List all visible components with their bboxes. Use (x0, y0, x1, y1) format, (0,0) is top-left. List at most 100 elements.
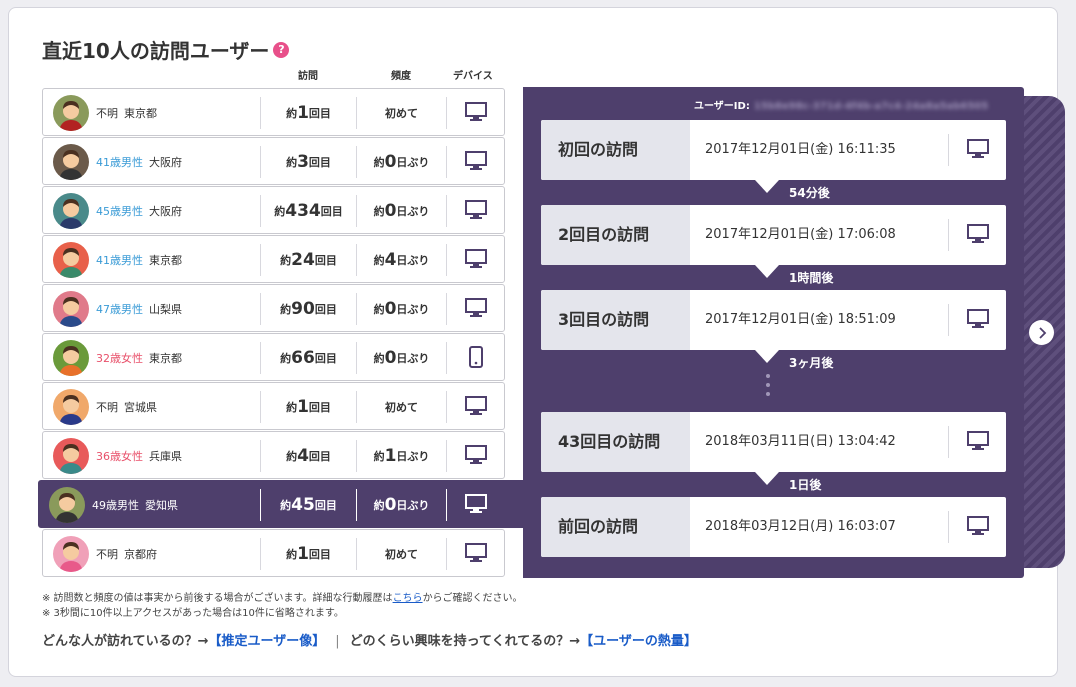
visit-card-label: 2回目の訪問 (541, 205, 690, 265)
visitor-row[interactable]: 32歳女性 東京都約 66 回目約 0 日ぶり (42, 333, 505, 381)
visitor-row[interactable]: 不明 東京都 約 1 回目 初めて (42, 88, 505, 136)
visitor-info: 47歳男性 山梨県 (96, 301, 182, 317)
visit-count-prefix: 約 (286, 450, 298, 463)
visitor-info: 49歳男性 愛知県 (92, 497, 178, 513)
visit-count-suffix: 回目 (308, 156, 331, 169)
next-button[interactable] (1029, 320, 1054, 345)
visitor-row[interactable]: 41歳男性 大阪府約 3 回目約 0 日ぶり (42, 137, 505, 185)
desktop-icon (465, 151, 487, 173)
frequency-prefix: 約 (373, 450, 385, 463)
desktop-icon (966, 308, 989, 332)
link-user-heat[interactable]: 【ユーザーの熱量】 (580, 634, 697, 649)
visit-count-number: 4 (297, 446, 309, 466)
visitor-prefecture: 大阪府 (149, 156, 182, 169)
visit-card-device (948, 219, 1006, 251)
frequency-suffix: 初めて (385, 107, 418, 120)
visit-count-suffix: 回目 (314, 303, 337, 316)
question-2: どのくらい興味を持ってくれてるの？→ (349, 634, 581, 649)
frequency-suffix: 日ぶり (396, 450, 430, 463)
smartphone-icon (468, 345, 484, 371)
note-1: ※ 訪問数と頻度の値は事実から前後する場合がございます。詳細な行動履歴はこちらか… (42, 589, 523, 604)
visit-card[interactable]: 初回の訪問 2017年12月01日(金) 16:11:35 (541, 120, 1006, 180)
detail-link[interactable]: こちら (393, 593, 423, 604)
visitor-prefecture: 京都府 (124, 548, 157, 561)
visitor-row[interactable]: 45歳男性 大阪府約 434 回目約 0 日ぶり (42, 186, 505, 234)
device-cell (446, 293, 505, 325)
col-header-device: デバイス (453, 71, 493, 82)
visit-count-suffix: 回目 (308, 401, 331, 414)
device-cell (446, 195, 505, 227)
visit-count-suffix: 回目 (320, 205, 343, 218)
visitor-info: 45歳男性 大阪府 (96, 203, 182, 219)
visitor-row[interactable]: 不明 宮城県 約 1 回目 初めて (42, 382, 505, 430)
visit-card-device (948, 511, 1006, 543)
visit-frequency: 約 0 日ぶり (356, 293, 446, 325)
visitor-info: 32歳女性 東京都 (96, 350, 182, 366)
note-2: ※ 3秒間に10件以上アクセスがあった場合は10件に省略されます。 (42, 608, 344, 619)
visit-card[interactable]: 前回の訪問 2018年03月12日(月) 16:03:07 (541, 497, 1006, 557)
avatar (53, 340, 89, 376)
visit-count-prefix: 約 (274, 205, 286, 218)
device-cell (446, 146, 505, 178)
visit-card-time: 2017年12月01日(金) 18:51:09 (705, 312, 896, 327)
link-estimated-user[interactable]: 【推定ユーザー像】 (209, 634, 326, 649)
visit-card-time: 2018年03月11日(日) 13:04:42 (705, 434, 896, 449)
frequency-suffix: 日ぶり (396, 352, 430, 365)
timeline-pointer (755, 472, 779, 485)
avatar (53, 193, 89, 229)
avatar (53, 144, 89, 180)
desktop-icon (966, 138, 989, 162)
avatar (53, 438, 89, 474)
visit-count: 約 66 回目 (260, 342, 356, 374)
visitor-prefecture: 東京都 (124, 107, 157, 120)
visitor-row[interactable]: 49歳男性 愛知県約 45 回目約 0 日ぶり (38, 480, 528, 528)
visit-card[interactable]: 2回目の訪問 2017年12月01日(金) 17:06:08 (541, 205, 1006, 265)
visitor-demographic: 47歳男性 (96, 303, 143, 316)
visitor-prefecture: 大阪府 (149, 205, 182, 218)
time-gap: 1日後 (789, 478, 822, 492)
visit-frequency: 初めて (356, 391, 446, 423)
frequency-suffix: 日ぶり (396, 205, 430, 218)
visit-card-device (948, 304, 1006, 336)
visit-card[interactable]: 3回目の訪問 2017年12月01日(金) 18:51:09 (541, 290, 1006, 350)
title-text: 直近10人の訪問ユーザー (42, 39, 270, 63)
visit-count-suffix: 回目 (308, 548, 331, 561)
frequency-prefix: 約 (373, 205, 385, 218)
visitor-info: 41歳男性 東京都 (96, 252, 182, 268)
desktop-icon (465, 298, 487, 320)
visit-card-device (948, 134, 1006, 166)
visit-count-prefix: 約 (286, 107, 298, 120)
visitor-row[interactable]: 41歳男性 東京都約 24 回目約 4 日ぶり (42, 235, 505, 283)
visit-card-label: 前回の訪問 (541, 497, 690, 557)
visitor-row[interactable]: 47歳男性 山梨県 約 90 回目約 0 日ぶり (42, 284, 505, 332)
device-cell (446, 342, 505, 374)
visit-card-device (948, 426, 1006, 458)
visit-frequency: 約 4 日ぶり (356, 244, 446, 276)
desktop-icon (966, 223, 989, 247)
visit-count: 約 90 回目 (260, 293, 356, 325)
time-gap: 54分後 (789, 186, 830, 200)
desktop-icon (465, 396, 487, 418)
visitor-demographic: 不明 (96, 107, 118, 120)
visit-frequency: 約 1 日ぶり (356, 440, 446, 472)
visitor-row[interactable]: 不明 京都府 約 1 回目 初めて (42, 529, 505, 577)
visitor-demographic: 45歳男性 (96, 205, 143, 218)
visitor-row[interactable]: 36歳女性 兵庫県約 4 回目約 1 日ぶり (42, 431, 505, 479)
visit-frequency: 約 0 日ぶり (356, 146, 446, 178)
frequency-prefix: 約 (373, 254, 385, 267)
frequency-suffix: 初めて (385, 401, 418, 414)
desktop-icon (465, 200, 487, 222)
avatar (53, 536, 89, 572)
frequency-prefix: 約 (373, 499, 385, 512)
frequency-number: 0 (384, 495, 397, 515)
visit-count-prefix: 約 (280, 254, 292, 267)
avatar (53, 95, 89, 131)
frequency-prefix: 約 (373, 156, 385, 169)
device-cell (446, 244, 505, 276)
desktop-icon (966, 515, 989, 539)
avatar (53, 291, 89, 327)
help-icon[interactable]: ? (273, 41, 290, 58)
visit-count: 約 1 回目 (260, 538, 356, 570)
visit-card[interactable]: 43回目の訪問 2018年03月11日(日) 13:04:42 (541, 412, 1006, 472)
frequency-number: 0 (384, 201, 397, 221)
